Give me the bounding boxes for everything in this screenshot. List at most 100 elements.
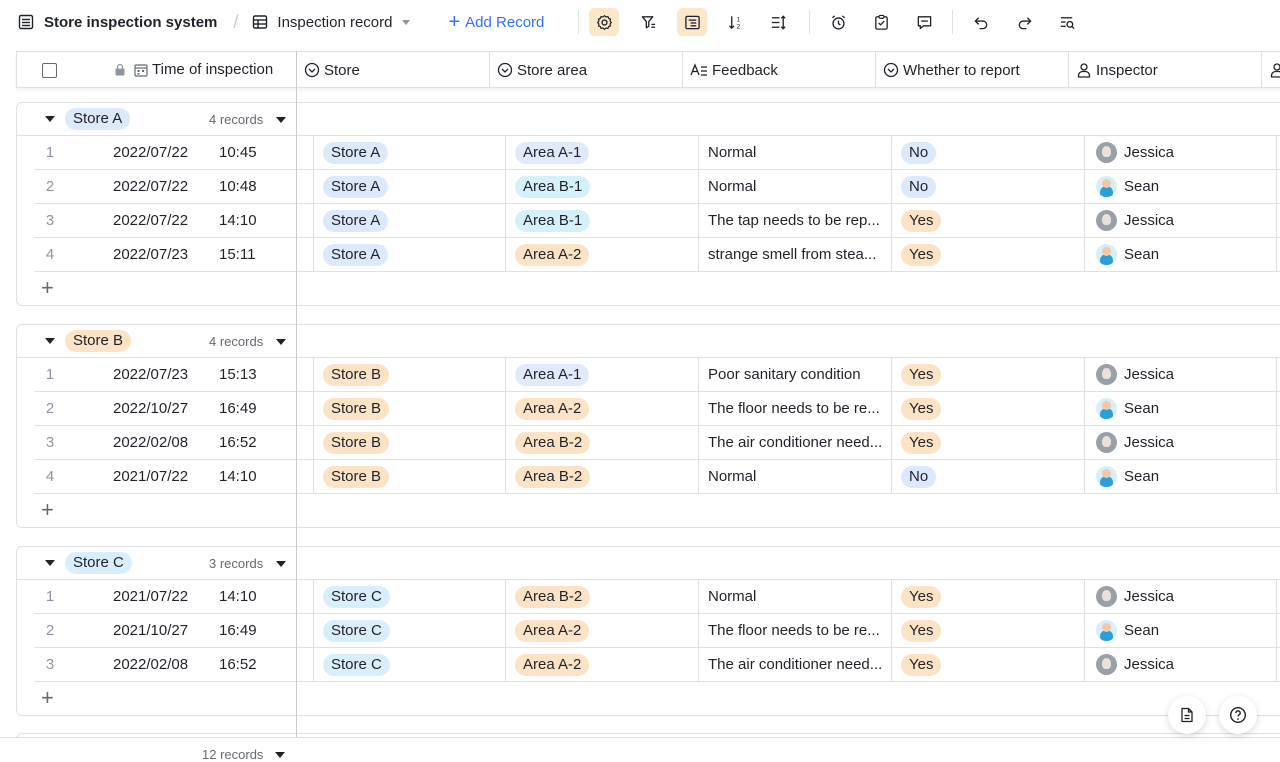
document-button[interactable] bbox=[1168, 696, 1206, 734]
area-cell[interactable]: Area A-2 bbox=[505, 648, 698, 681]
feedback-cell[interactable]: The floor needs to be re... bbox=[698, 392, 891, 425]
next-column-cell[interactable] bbox=[1276, 460, 1280, 493]
area-cell[interactable]: Area B-1 bbox=[505, 204, 698, 237]
report-cell[interactable]: Yes bbox=[891, 648, 1084, 681]
next-column-cell[interactable] bbox=[1276, 204, 1280, 237]
store-cell[interactable]: Store B bbox=[313, 358, 505, 391]
table-row[interactable]: 1 2022/07/22 10:45 Store A Area A-1 Norm… bbox=[34, 136, 1280, 170]
feedback-cell[interactable]: Normal bbox=[698, 580, 891, 613]
settings-button[interactable] bbox=[589, 8, 619, 36]
area-cell[interactable]: Area A-1 bbox=[505, 358, 698, 391]
view-switcher[interactable]: Inspection record bbox=[252, 14, 411, 31]
store-cell[interactable]: Store C bbox=[313, 648, 505, 681]
inspector-cell[interactable]: Jessica bbox=[1084, 136, 1277, 169]
select-all-checkbox[interactable] bbox=[42, 63, 57, 78]
group-menu-caret-icon[interactable] bbox=[276, 117, 286, 123]
feedback-cell[interactable]: Normal bbox=[698, 136, 891, 169]
header-next-column[interactable] bbox=[1262, 52, 1280, 88]
next-column-cell[interactable] bbox=[1276, 580, 1280, 613]
next-column-cell[interactable] bbox=[1276, 614, 1280, 647]
area-cell[interactable]: Area A-2 bbox=[505, 614, 698, 647]
sort-button[interactable]: 12 bbox=[720, 8, 750, 36]
feedback-cell[interactable]: Normal bbox=[698, 460, 891, 493]
header-whether-to-report[interactable]: Whether to report bbox=[876, 52, 1069, 88]
store-cell[interactable]: Store B bbox=[313, 392, 505, 425]
table-row[interactable]: 2 2022/07/22 10:48 Store A Area B-1 Norm… bbox=[34, 170, 1280, 204]
table-row[interactable]: 3 2022/02/08 16:52 Store B Area B-2 The … bbox=[34, 426, 1280, 460]
area-cell[interactable]: Area B-2 bbox=[505, 580, 698, 613]
area-cell[interactable]: Area B-2 bbox=[505, 426, 698, 459]
next-column-cell[interactable] bbox=[1276, 238, 1280, 271]
feedback-cell[interactable]: The tap needs to be rep... bbox=[698, 204, 891, 237]
store-cell[interactable]: Store B bbox=[313, 426, 505, 459]
feedback-cell[interactable]: strange smell from stea... bbox=[698, 238, 891, 271]
table-row[interactable]: 2 2021/10/27 16:49 Store C Area A-2 The … bbox=[34, 614, 1280, 648]
comment-button[interactable] bbox=[909, 8, 939, 36]
chevron-down-icon[interactable] bbox=[275, 752, 285, 758]
add-row-button[interactable]: + bbox=[17, 272, 1280, 305]
undo-button[interactable] bbox=[966, 8, 996, 36]
add-record-button[interactable]: + Add Record bbox=[448, 12, 544, 32]
inspector-cell[interactable]: Jessica bbox=[1084, 580, 1277, 613]
inspector-cell[interactable]: Sean bbox=[1084, 460, 1277, 493]
inspector-cell[interactable]: Sean bbox=[1084, 238, 1277, 271]
report-cell[interactable]: Yes bbox=[891, 238, 1084, 271]
store-cell[interactable]: Store A bbox=[313, 170, 505, 203]
feedback-cell[interactable]: The floor needs to be re... bbox=[698, 614, 891, 647]
add-row-button[interactable]: + bbox=[17, 682, 1280, 715]
redo-button[interactable] bbox=[1009, 8, 1039, 36]
next-column-cell[interactable] bbox=[1276, 358, 1280, 391]
area-cell[interactable]: Area A-2 bbox=[505, 392, 698, 425]
report-cell[interactable]: Yes bbox=[891, 614, 1084, 647]
next-column-cell[interactable] bbox=[1276, 136, 1280, 169]
collapse-toggle-icon[interactable] bbox=[45, 560, 55, 566]
feedback-cell[interactable]: Normal bbox=[698, 170, 891, 203]
store-cell[interactable]: Store C bbox=[313, 614, 505, 647]
area-cell[interactable]: Area A-2 bbox=[505, 238, 698, 271]
group-menu-caret-icon[interactable] bbox=[276, 339, 286, 345]
next-column-cell[interactable] bbox=[1276, 392, 1280, 425]
table-row[interactable]: 3 2022/07/22 14:10 Store A Area B-1 The … bbox=[34, 204, 1280, 238]
report-cell[interactable]: No bbox=[891, 170, 1084, 203]
feedback-cell[interactable]: The air conditioner need... bbox=[698, 648, 891, 681]
header-store-area[interactable]: Store area bbox=[490, 52, 683, 88]
area-cell[interactable]: Area B-1 bbox=[505, 170, 698, 203]
table-row[interactable]: 1 2022/07/23 15:13 Store B Area A-1 Poor… bbox=[34, 358, 1280, 392]
automation-button[interactable] bbox=[823, 8, 853, 36]
collapse-toggle-icon[interactable] bbox=[45, 116, 55, 122]
feedback-cell[interactable]: The air conditioner need... bbox=[698, 426, 891, 459]
inspector-cell[interactable]: Sean bbox=[1084, 392, 1277, 425]
inspector-cell[interactable]: Sean bbox=[1084, 170, 1277, 203]
inspector-cell[interactable]: Jessica bbox=[1084, 204, 1277, 237]
report-cell[interactable]: Yes bbox=[891, 358, 1084, 391]
report-cell[interactable]: Yes bbox=[891, 426, 1084, 459]
inspector-cell[interactable]: Jessica bbox=[1084, 426, 1277, 459]
filter-button[interactable] bbox=[633, 8, 663, 36]
table-row[interactable]: 4 2022/07/23 15:11 Store A Area A-2 stra… bbox=[34, 238, 1280, 272]
report-cell[interactable]: Yes bbox=[891, 204, 1084, 237]
group-button[interactable] bbox=[677, 8, 707, 36]
store-cell[interactable]: Store A bbox=[313, 204, 505, 237]
store-cell[interactable]: Store A bbox=[313, 238, 505, 271]
next-column-cell[interactable] bbox=[1276, 170, 1280, 203]
store-cell[interactable]: Store A bbox=[313, 136, 505, 169]
form-button[interactable] bbox=[866, 8, 896, 36]
next-column-cell[interactable] bbox=[1276, 426, 1280, 459]
report-cell[interactable]: Yes bbox=[891, 392, 1084, 425]
add-row-button[interactable]: + bbox=[17, 494, 1280, 527]
row-height-button[interactable] bbox=[763, 8, 793, 36]
group-menu-caret-icon[interactable] bbox=[276, 561, 286, 567]
header-inspector[interactable]: Inspector bbox=[1069, 52, 1262, 88]
store-cell[interactable]: Store B bbox=[313, 460, 505, 493]
inspector-cell[interactable]: Jessica bbox=[1084, 358, 1277, 391]
help-button[interactable] bbox=[1219, 696, 1257, 734]
table-row[interactable]: 1 2021/07/22 14:10 Store C Area B-2 Norm… bbox=[34, 580, 1280, 614]
collapse-toggle-icon[interactable] bbox=[45, 338, 55, 344]
feedback-cell[interactable]: Poor sanitary condition bbox=[698, 358, 891, 391]
header-store[interactable]: Store bbox=[297, 52, 490, 88]
table-row[interactable]: 2 2022/10/27 16:49 Store B Area A-2 The … bbox=[34, 392, 1280, 426]
inspector-cell[interactable]: Jessica bbox=[1084, 648, 1277, 681]
area-cell[interactable]: Area A-1 bbox=[505, 136, 698, 169]
store-cell[interactable]: Store C bbox=[313, 580, 505, 613]
inspector-cell[interactable]: Sean bbox=[1084, 614, 1277, 647]
